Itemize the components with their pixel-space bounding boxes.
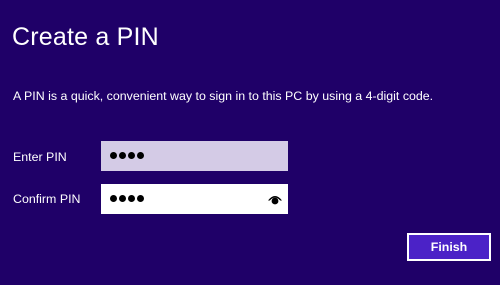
confirm-pin-masked-value (110, 195, 144, 203)
finish-button[interactable]: Finish (407, 233, 491, 261)
pin-dot (119, 152, 126, 159)
eye-icon[interactable] (267, 192, 283, 206)
pin-description: A PIN is a quick, convenient way to sign… (13, 89, 434, 103)
pin-dot (110, 195, 117, 202)
pin-dot (137, 195, 144, 202)
enter-pin-masked-value (110, 152, 144, 160)
pin-dot (119, 195, 126, 202)
pin-dot (128, 152, 135, 159)
page-title: Create a PIN (12, 23, 159, 51)
enter-pin-field[interactable] (101, 141, 288, 171)
confirm-pin-field[interactable] (101, 184, 288, 214)
pin-dot (128, 195, 135, 202)
confirm-pin-label: Confirm PIN (13, 192, 81, 206)
enter-pin-label: Enter PIN (13, 150, 67, 164)
pin-dot (137, 152, 144, 159)
pin-dot (110, 152, 117, 159)
